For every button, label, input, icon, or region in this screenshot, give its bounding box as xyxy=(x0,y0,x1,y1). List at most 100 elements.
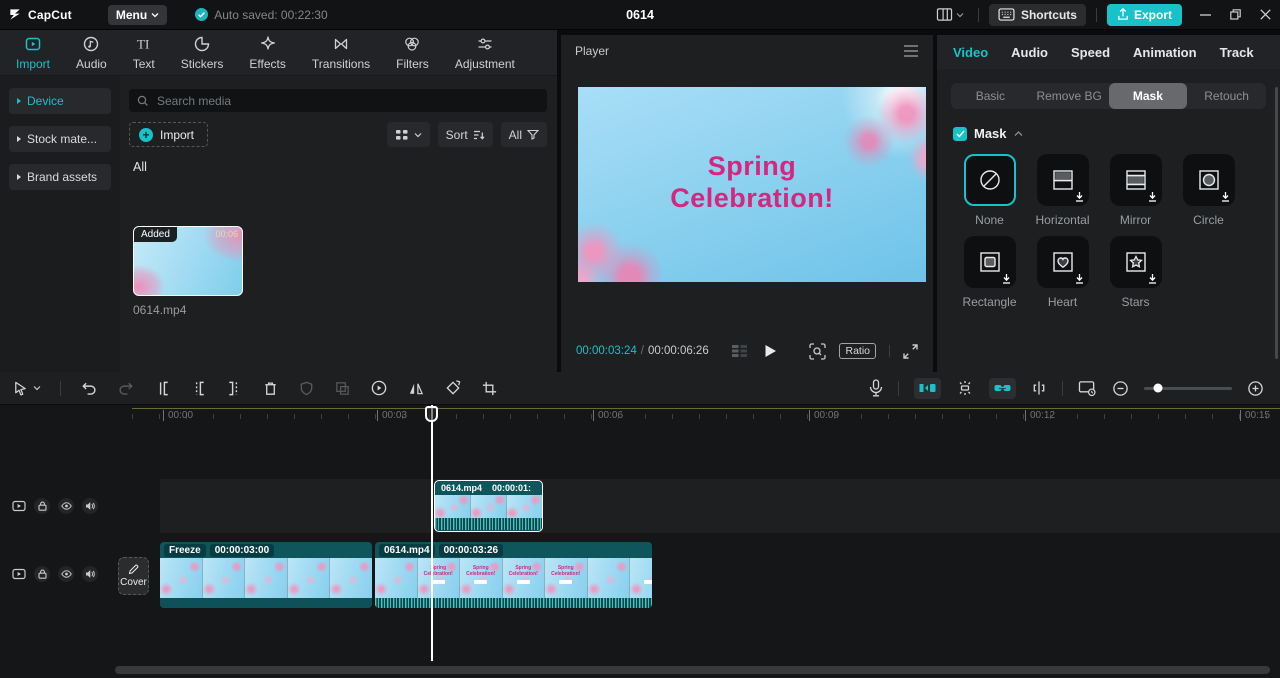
sidebar-item-device[interactable]: Device xyxy=(9,88,111,114)
freeze-clip[interactable]: Freeze 00:00:03:00 xyxy=(160,542,372,608)
video-preview[interactable]: Spring Celebration! xyxy=(578,87,926,282)
subtab-retouch[interactable]: Retouch xyxy=(1187,83,1266,109)
mask-tool-button[interactable] xyxy=(298,380,315,397)
restore-button[interactable] xyxy=(1220,0,1250,30)
overlay-track-lane[interactable] xyxy=(160,479,1280,533)
zoom-in-button[interactable] xyxy=(1247,380,1264,397)
mask-mirror-tile[interactable] xyxy=(1110,154,1162,206)
overlay-clip-selected[interactable]: 0614.mp4 00:00:01: xyxy=(434,480,543,532)
delete-left-button[interactable] xyxy=(190,380,207,397)
tab-audio-props[interactable]: Audio xyxy=(1011,45,1048,60)
import-media-button[interactable]: + Import xyxy=(129,122,208,147)
shortcuts-button[interactable]: Shortcuts xyxy=(989,4,1086,26)
minimize-button[interactable] xyxy=(1190,0,1220,30)
mute-track-button[interactable] xyxy=(82,566,98,582)
sort-button[interactable]: Sort xyxy=(438,122,493,147)
search-bar[interactable] xyxy=(129,89,547,112)
auto-snap-button[interactable] xyxy=(956,380,974,396)
layout-switcher-button[interactable] xyxy=(932,7,968,22)
collapse-icon[interactable] xyxy=(1014,131,1023,137)
mask-checkbox[interactable] xyxy=(953,127,967,141)
ratio-button[interactable]: Ratio xyxy=(839,343,876,359)
tab-transitions[interactable]: Transitions xyxy=(312,34,370,71)
player-menu-icon[interactable] xyxy=(903,45,919,57)
media-thumbnail[interactable]: Added 00:06 xyxy=(133,226,243,296)
subtab-remove-bg[interactable]: Remove BG xyxy=(1030,83,1109,109)
tab-text[interactable]: TI Text xyxy=(133,34,155,71)
mute-track-button[interactable] xyxy=(82,498,98,514)
tab-animation[interactable]: Animation xyxy=(1133,45,1197,60)
mask-rectangle-tile[interactable] xyxy=(964,236,1016,288)
filter-button[interactable]: All xyxy=(501,122,547,147)
play-icon[interactable] xyxy=(764,344,777,358)
menu-button[interactable]: Menu xyxy=(108,5,167,25)
sidebar-item-stock-materials[interactable]: Stock mate... xyxy=(9,126,111,152)
media-item-card[interactable]: Added 00:06 0614.mp4 xyxy=(133,226,243,317)
mask-heart-tile[interactable] xyxy=(1037,236,1089,288)
rotate-button[interactable] xyxy=(444,379,462,397)
main-video-clip[interactable]: 0614.mp4 00:00:03:26 Spring Celebration!… xyxy=(375,542,652,608)
mirror-button[interactable] xyxy=(407,380,425,397)
mask-option-circle[interactable]: Circle xyxy=(1172,154,1245,227)
hide-track-button[interactable] xyxy=(58,498,74,514)
playhead-handle[interactable] xyxy=(425,406,438,422)
mask-none-icon xyxy=(977,167,1003,193)
search-input[interactable] xyxy=(155,93,539,109)
timeline-ruler[interactable]: 00:00 00:03 00:06 00:09 00:12 00:15 xyxy=(0,405,1280,425)
mask-option-stars[interactable]: Stars xyxy=(1099,236,1172,309)
export-button[interactable]: Export xyxy=(1107,4,1182,26)
mask-horizontal-tile[interactable] xyxy=(1037,154,1089,206)
timeline-scrollbar[interactable] xyxy=(115,666,1270,674)
clip-header: 0614.mp4 00:00:01: xyxy=(435,481,542,495)
crop-button[interactable] xyxy=(481,380,498,397)
tab-speed[interactable]: Speed xyxy=(1071,45,1110,60)
tab-import[interactable]: Import xyxy=(16,34,50,71)
mask-none-tile[interactable] xyxy=(964,154,1016,206)
frame-preview-icon[interactable] xyxy=(731,344,748,358)
mask-option-heart[interactable]: Heart xyxy=(1026,236,1099,309)
lock-track-button[interactable] xyxy=(34,566,50,582)
edit-cover-button[interactable]: Cover xyxy=(118,557,149,595)
link-clips-button[interactable] xyxy=(989,378,1016,399)
mask-option-none[interactable]: None xyxy=(953,154,1026,227)
delete-button[interactable] xyxy=(262,380,279,397)
close-button[interactable] xyxy=(1250,0,1280,30)
hide-track-button[interactable] xyxy=(58,566,74,582)
sidebar-item-brand-assets[interactable]: Brand assets xyxy=(9,164,111,190)
mask-option-horizontal[interactable]: Horizontal xyxy=(1026,154,1099,227)
select-tool-button[interactable] xyxy=(12,380,41,397)
subtab-basic[interactable]: Basic xyxy=(951,83,1030,109)
zoom-out-button[interactable] xyxy=(1112,380,1129,397)
zoom-slider-handle[interactable] xyxy=(1154,384,1163,393)
speed-button[interactable] xyxy=(370,379,388,397)
redo-button[interactable] xyxy=(117,380,135,397)
record-voiceover-button[interactable] xyxy=(869,379,883,397)
render-preview-button[interactable] xyxy=(1078,380,1097,397)
view-mode-button[interactable] xyxy=(387,122,430,147)
subtab-mask[interactable]: Mask xyxy=(1109,83,1188,109)
mask-option-mirror[interactable]: Mirror xyxy=(1099,154,1172,227)
tab-stickers[interactable]: Stickers xyxy=(181,34,224,71)
undo-button[interactable] xyxy=(80,380,98,397)
project-title: 0614 xyxy=(626,8,654,22)
tab-adjustment[interactable]: Adjustment xyxy=(455,34,515,71)
timeline-zoom-slider[interactable] xyxy=(1144,387,1232,390)
overlay-tool-button[interactable] xyxy=(334,380,351,397)
tab-effects[interactable]: Effects xyxy=(249,34,285,71)
magnetic-snap-button[interactable] xyxy=(914,378,941,399)
preview-axis-button[interactable] xyxy=(1031,380,1047,396)
mask-circle-tile[interactable] xyxy=(1183,154,1235,206)
fullscreen-icon[interactable] xyxy=(903,344,918,359)
mask-option-rectangle[interactable]: Rectangle xyxy=(953,236,1026,309)
panel-scrollbar[interactable] xyxy=(1275,87,1278,359)
tab-track[interactable]: Track xyxy=(1220,45,1254,60)
playhead[interactable] xyxy=(431,405,433,661)
tab-audio[interactable]: Audio xyxy=(76,34,107,71)
mask-stars-tile[interactable] xyxy=(1110,236,1162,288)
split-button[interactable] xyxy=(154,380,171,397)
tab-filters[interactable]: Filters xyxy=(396,34,429,71)
lock-track-button[interactable] xyxy=(34,498,50,514)
tab-video[interactable]: Video xyxy=(953,45,988,60)
preview-quality-icon[interactable] xyxy=(809,343,826,360)
delete-right-button[interactable] xyxy=(226,380,243,397)
